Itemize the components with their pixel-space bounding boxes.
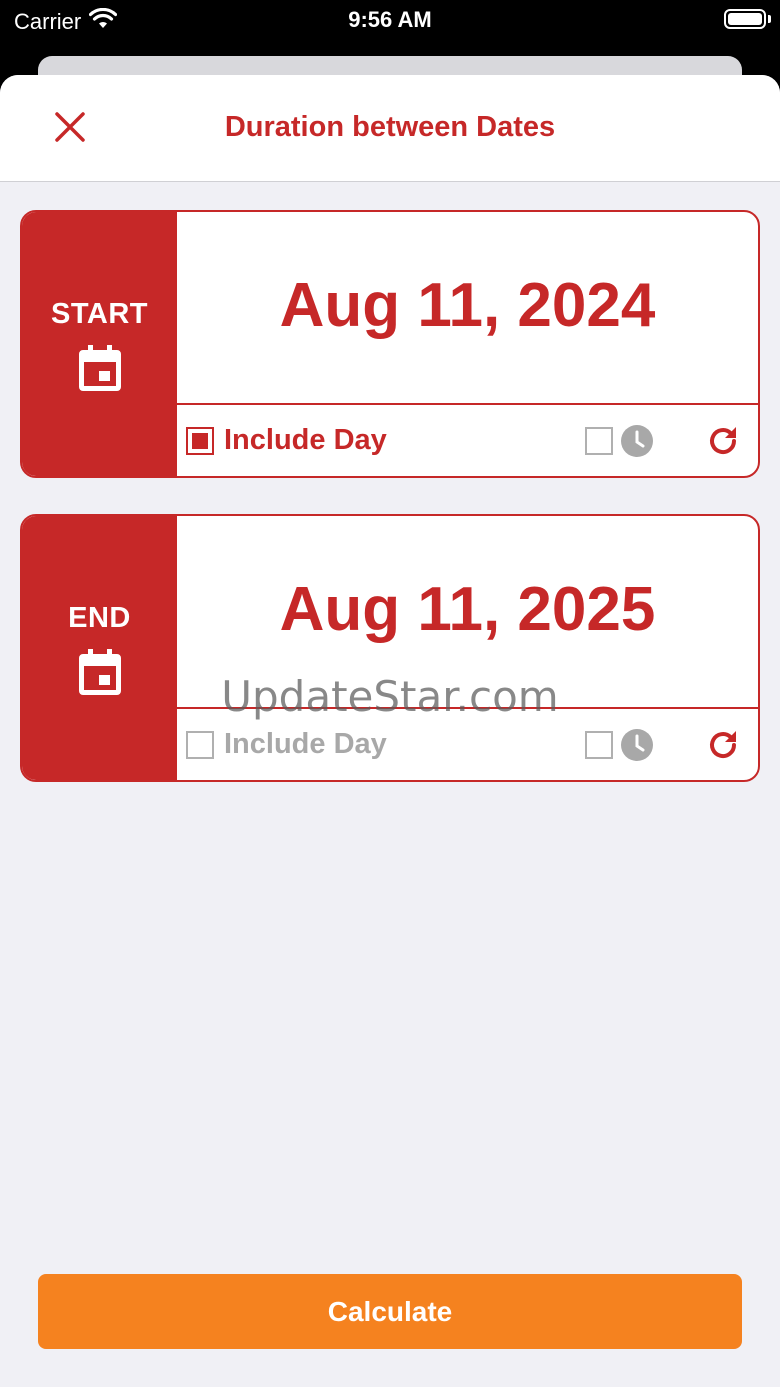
modal-sheet: Duration between Dates START Aug 11, 202… [0, 75, 780, 1387]
refresh-icon [710, 730, 737, 758]
calendar-icon [78, 648, 121, 695]
status-bar: Carrier 9:56 AM [0, 0, 780, 56]
battery-tip [768, 15, 771, 23]
include-day-label: Include Day [224, 424, 387, 456]
status-time: 9:56 AM [348, 7, 432, 32]
calculate-button[interactable]: Calculate [38, 1274, 742, 1349]
include-day-checkbox[interactable] [186, 426, 214, 455]
end-reset-button[interactable] [701, 709, 745, 780]
page-title: Duration between Dates [224, 111, 556, 143]
start-time-toggle[interactable] [585, 405, 653, 476]
end-time-toggle[interactable] [585, 709, 653, 780]
start-card-footer: Include Day [177, 405, 758, 476]
clock-icon [621, 728, 653, 761]
start-date-picker-button[interactable]: START [22, 212, 177, 476]
include-day-checkbox[interactable] [186, 730, 214, 759]
end-card-footer: Include Day [177, 709, 758, 780]
end-date-picker-button[interactable]: END [22, 516, 177, 780]
nav-bar: Duration between Dates [0, 75, 780, 182]
clock-icon [621, 424, 653, 457]
refresh-icon [710, 426, 737, 454]
end-label: END [68, 601, 131, 634]
calendar-icon [78, 344, 121, 391]
end-date-card: END Aug 11, 2025 Include Day [20, 514, 760, 782]
start-reset-button[interactable] [701, 405, 745, 476]
battery-icon [724, 9, 766, 29]
start-date-value[interactable]: Aug 11, 2024 [177, 212, 758, 404]
end-date-value[interactable]: Aug 11, 2025 [177, 516, 758, 708]
start-date-card: START Aug 11, 2024 Include Day [20, 210, 760, 478]
start-label: START [50, 297, 148, 330]
include-day-label: Include Day [224, 728, 387, 760]
end-include-day-toggle[interactable]: Include Day [186, 709, 387, 780]
start-include-day-toggle[interactable]: Include Day [186, 405, 387, 476]
time-checkbox[interactable] [585, 730, 613, 759]
time-checkbox[interactable] [585, 426, 613, 455]
